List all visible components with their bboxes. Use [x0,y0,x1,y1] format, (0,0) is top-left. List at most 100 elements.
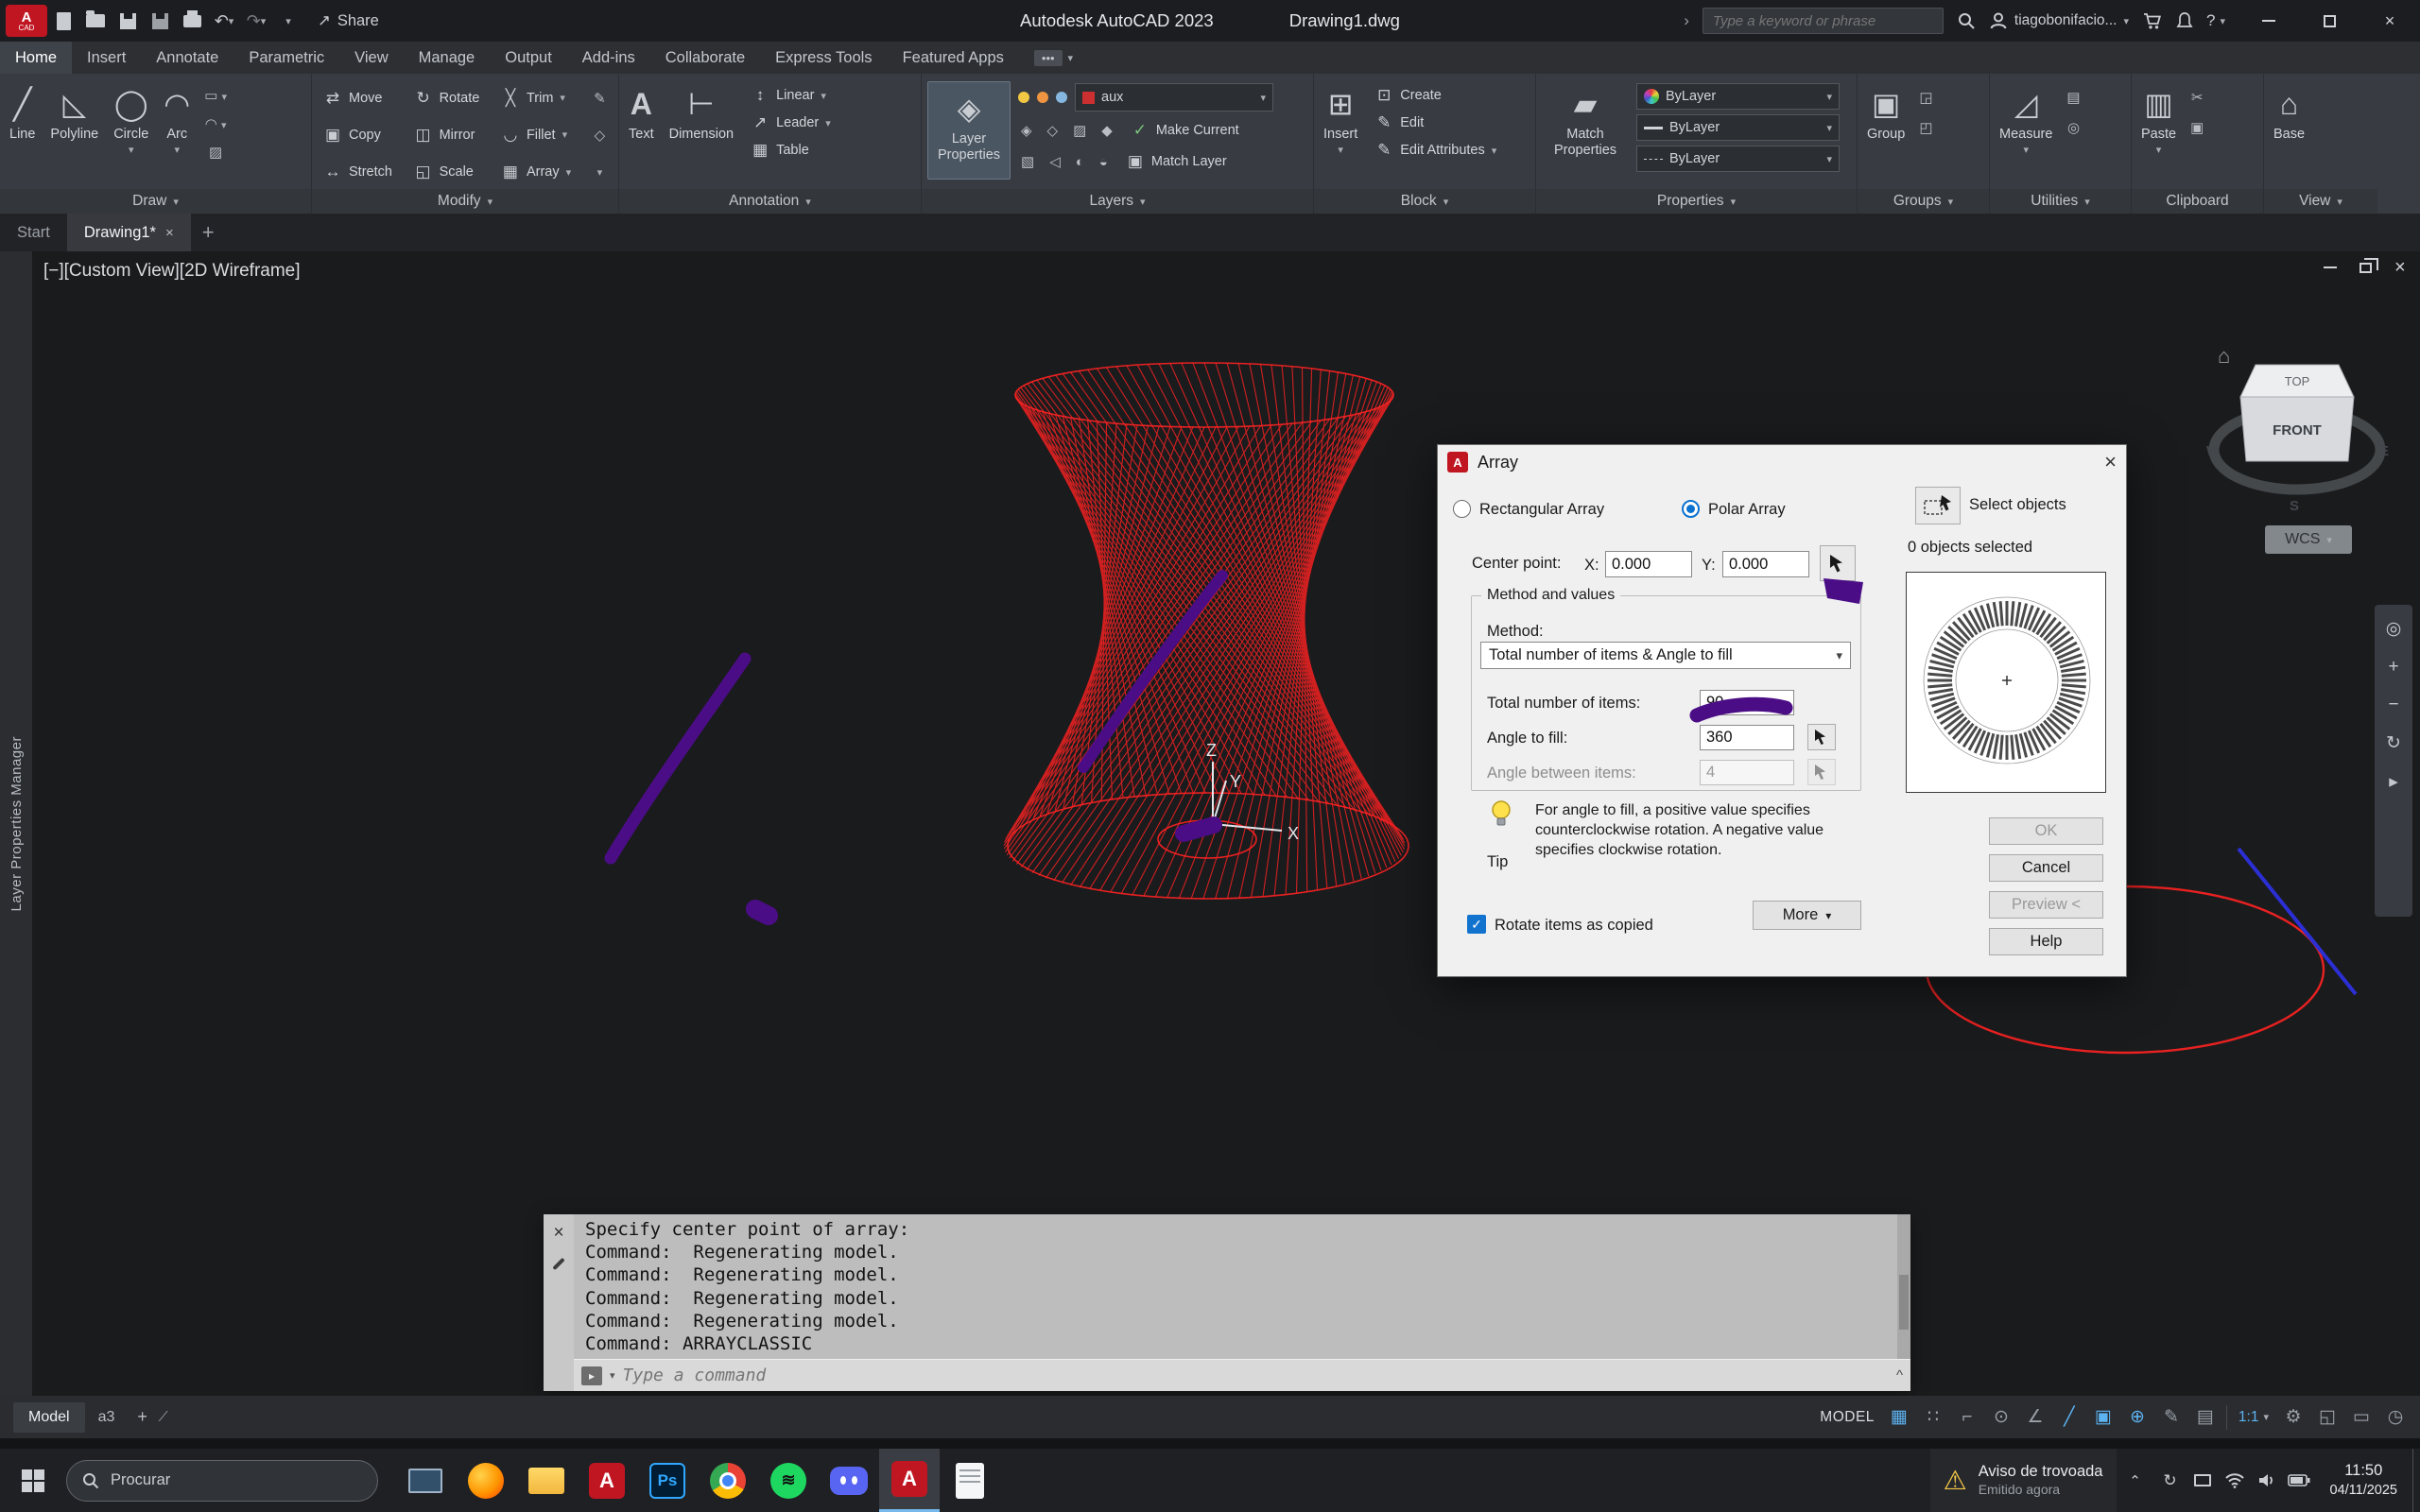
object-isolate-icon[interactable]: ◱ [2310,1401,2344,1434]
stretch-button[interactable]: ↔Stretch [318,160,406,184]
orbit-icon[interactable]: ↻ [2386,732,2401,754]
layer-merge-icon[interactable]: ◒ [1097,152,1111,172]
layer-off-icon[interactable]: ◆ [1098,120,1115,141]
rectangular-array-radio[interactable] [1453,500,1471,518]
lineweight-dropdown[interactable]: ByLayer▾ [1636,114,1840,141]
more-button[interactable]: More▾ [1753,901,1861,930]
wcs-dropdown[interactable]: WCS▾ [2265,525,2352,554]
zoom-icon[interactable]: − [2388,695,2398,715]
layer-prev-icon[interactable]: ◁ [1046,151,1063,172]
volume-icon[interactable] [2251,1472,2283,1488]
match-properties-button[interactable]: ▰Match Properties [1542,81,1629,160]
polyline-button[interactable]: ◺Polyline [46,81,102,145]
time-icon[interactable]: ◷ [2378,1401,2412,1434]
layer-freeze2-icon[interactable]: ▨ [1070,120,1089,141]
viewcube-top-face[interactable]: TOP [2285,374,2310,388]
doc-minimize-icon[interactable] [2324,266,2337,268]
layer-walk-icon[interactable]: ▧ [1018,151,1037,172]
polar-array-radio[interactable] [1682,500,1700,518]
viewcube-south[interactable]: S [2290,498,2299,514]
workspace-toggle[interactable]: ▤ [2188,1401,2222,1434]
rotate-button[interactable]: ↻Rotate [408,86,493,111]
dialog-titlebar[interactable]: A Array × [1438,445,2126,479]
search-expand-icon[interactable]: › [1684,11,1689,30]
snap-mode-toggle[interactable]: ∷ [1916,1401,1950,1434]
share-button[interactable]: ↗Share [318,11,379,30]
infer-constraints-toggle[interactable]: ⌐ [1950,1401,1984,1434]
layer-lock-icon[interactable] [1056,92,1067,103]
taskbar-app-spotify[interactable]: ≋ [758,1449,819,1512]
doc-restore-icon[interactable] [2360,263,2372,273]
panel-draw-label[interactable]: Draw▾ [0,189,311,214]
wifi-icon[interactable] [2219,1472,2251,1488]
make-current-button[interactable]: ✓Make Current [1125,118,1245,143]
fillet-button[interactable]: ◡Fillet▾ [495,123,585,147]
tab-home[interactable]: Home [0,42,72,74]
layer-on-icon[interactable] [1018,92,1029,103]
rotate-items-label[interactable]: Rotate items as copied [1495,917,1653,935]
isometric-drafting-toggle[interactable]: ╱ [2052,1401,2086,1434]
pick-center-point-button[interactable] [1820,545,1856,581]
rectangular-array-label[interactable]: Rectangular Array [1479,501,1604,519]
circle-button[interactable]: ◯Circle▾ [110,81,152,158]
sync-icon[interactable]: ↻ [2154,1471,2187,1490]
layer-properties-button[interactable]: ◈Layer Properties [927,81,1011,180]
array-button[interactable]: ▦Array▾ [495,160,585,184]
paste-button[interactable]: ▥Paste▾ [2137,81,2180,158]
viewport-controls-label[interactable]: [−][Custom View][2D Wireframe] [43,261,301,282]
viewcube-front-face[interactable]: FRONT [2273,422,2322,438]
model-tab[interactable]: Model [13,1402,85,1433]
window-close-button[interactable]: × [2360,0,2420,42]
tab-add-ins[interactable]: Add-ins [567,42,650,74]
object-snap-tracking-toggle[interactable]: ▣ [2086,1401,2120,1434]
edit-block-button[interactable]: ✎Edit [1369,111,1502,135]
save-as-button[interactable] [144,5,176,37]
clean-screen-icon[interactable]: ▭ [2344,1401,2378,1434]
object-snap-toggle[interactable]: ⊕ [2120,1401,2154,1434]
help-menu[interactable]: ?▾ [2206,11,2225,30]
layer-isolate-icon[interactable]: ◇ [1045,120,1062,141]
pick-angle-button[interactable] [1807,724,1836,750]
panel-annotation-label[interactable]: Annotation▾ [619,189,921,214]
group-button[interactable]: ▣Group [1863,81,1909,145]
viewcube[interactable]: TOP FRONT W S E [2203,336,2392,554]
line-button[interactable]: ╱Line [6,81,39,145]
show-desktop-button[interactable] [2412,1449,2420,1512]
chevron-down-icon[interactable]: ▾ [610,1369,615,1382]
tab-view[interactable]: View [339,42,403,74]
modify-more-icon[interactable]: ▾ [587,164,613,180]
taskbar-search[interactable]: Procurar [66,1460,378,1502]
insert-button[interactable]: ⊞Insert▾ [1320,81,1361,158]
plot-button[interactable] [176,5,208,37]
tab-featured-apps[interactable]: Featured Apps [888,42,1019,74]
taskbar-app-chrome[interactable] [698,1449,758,1512]
window-maximize-button[interactable] [2299,0,2360,42]
taskbar-app-folder[interactable] [516,1449,577,1512]
linetype-dropdown[interactable]: ByLayer▾ [1636,146,1840,172]
new-file-button[interactable] [47,5,79,37]
taskbar-weather-alert[interactable]: ⚠ Aviso de trovoada Emitido agora [1930,1449,2117,1512]
ribbon-overflow-button[interactable]: •••▾ [1019,42,1088,74]
layout-a3-tab[interactable]: a3 [85,1402,129,1433]
undo-button[interactable]: ↶▾ [208,5,240,37]
command-expand-icon[interactable]: ^ [1896,1367,1903,1383]
taskbar-app-photoshop[interactable]: Ps [637,1449,698,1512]
object-color-dropdown[interactable]: ByLayer▾ [1636,83,1840,110]
match-layer-button[interactable]: ▣Match Layer [1120,149,1233,174]
open-file-button[interactable] [79,5,112,37]
linear-button[interactable]: ↕Linear▾ [745,83,837,108]
panel-block-label[interactable]: Block▾ [1314,189,1535,214]
center-x-input[interactable] [1605,551,1692,577]
grid-display-toggle[interactable]: ▦ [1882,1401,1916,1434]
layer-freeze-icon[interactable] [1037,92,1048,103]
panel-properties-label[interactable]: Properties▾ [1536,189,1857,214]
panel-view-label[interactable]: View▾ [2264,189,2377,214]
panel-layers-label[interactable]: Layers▾ [922,189,1313,214]
erase-tool-icon[interactable]: ✎ [587,88,613,109]
polar-tracking-toggle[interactable]: ∠ [2018,1401,2052,1434]
new-layout-button[interactable]: + [128,1400,157,1434]
cart-icon[interactable] [2142,11,2163,30]
annotation-scale-button[interactable]: 1:1▾ [2231,1401,2276,1434]
help-button[interactable]: Help [1989,928,2103,955]
tab-manage[interactable]: Manage [404,42,491,74]
